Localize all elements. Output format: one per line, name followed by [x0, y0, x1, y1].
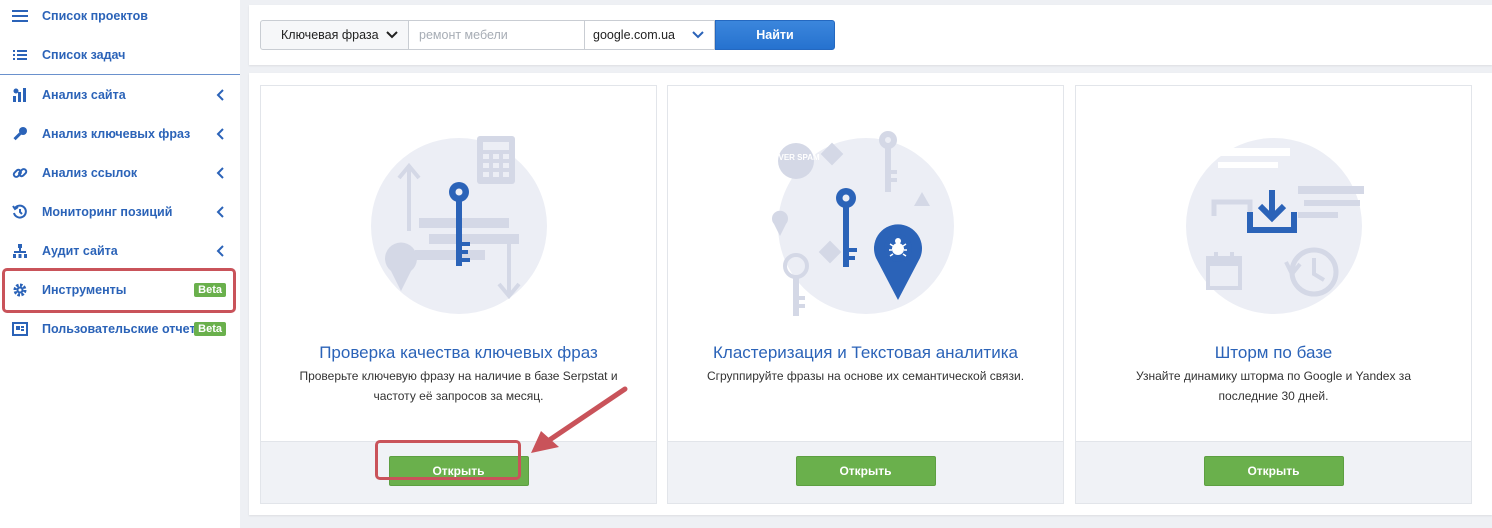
sidebar-item-label: Пользовательские отчеты: [42, 321, 207, 336]
sidebar-item-label: Анализ сайта: [42, 87, 126, 102]
sidebar-item-links-analysis[interactable]: Анализ ссылок: [0, 153, 240, 192]
chart-icon: [11, 86, 29, 104]
chevron-down-icon: [692, 31, 704, 39]
report-icon: [11, 320, 29, 338]
sidebar-item-site-analysis[interactable]: Анализ сайта: [0, 75, 240, 114]
card-title: Шторм по базе: [1214, 343, 1333, 362]
search-type-value: Ключевая фраза: [281, 28, 379, 42]
sidebar-item-label: Анализ ключевых фраз: [42, 126, 191, 141]
sidebar-item-label: Список задач: [42, 47, 126, 62]
sidebar-item-keyword-analysis[interactable]: Анализ ключевых фраз: [0, 114, 240, 153]
clustering-illustration: OVER SPAM: [771, 131, 954, 316]
chevron-left-icon: [216, 205, 224, 218]
card-title: Кластеризация и Текстовая аналитика: [713, 343, 1018, 362]
sidebar-item-label: Мониторинг позиций: [42, 204, 173, 219]
search-engine-value: google.com.ua: [593, 28, 676, 42]
tools-highlight-frame: [2, 268, 236, 313]
sidebar-item-label: Список проектов: [42, 8, 148, 23]
card-description: Узнайте динамику шторма по Google и Yand…: [1136, 369, 1411, 403]
history-icon: [11, 203, 29, 221]
beta-badge: Beta: [194, 321, 226, 336]
tool-card-keyword-quality: Проверка качества ключевых фраз Проверьт…: [260, 85, 657, 504]
sidebar-item-tasks[interactable]: Список задач: [0, 35, 240, 74]
tool-card-storm: Шторм по базе Узнайте динамику шторма по…: [1075, 85, 1472, 504]
sidebar-item-label: Анализ ссылок: [42, 165, 138, 180]
sidebar: Список проектов Список задач Анализ сайт…: [0, 0, 240, 528]
over-spam-text: OVER SPAM: [772, 153, 820, 162]
sidebar-item-position-monitoring[interactable]: Мониторинг позиций: [0, 192, 240, 231]
sidebar-item-projects[interactable]: Список проектов: [0, 0, 240, 35]
search-input[interactable]: [409, 20, 585, 50]
card-description: Сгруппируйте фразы на основе их семантич…: [706, 369, 1025, 383]
card-footer: Открыть: [668, 441, 1063, 503]
card-title: Проверка качества ключевых фраз: [319, 343, 598, 362]
sidebar-item-site-audit[interactable]: Аудит сайта: [0, 231, 240, 270]
sitemap-icon: [11, 242, 29, 260]
search-engine-select[interactable]: google.com.ua: [585, 20, 715, 50]
card-footer: Открыть: [261, 441, 656, 503]
search-panel: Ключевая фраза google.com.ua Найти: [249, 5, 1492, 65]
open-button-keyword-quality[interactable]: Открыть: [388, 456, 529, 486]
card-description: Проверьте ключевую фразу на наличие в ба…: [299, 369, 618, 403]
list-icon: [11, 46, 29, 64]
tool-card-clustering: OVER SPAM Кластеризация и Текстовая анал…: [667, 85, 1064, 504]
key-icon: [11, 125, 29, 143]
chevron-left-icon: [216, 127, 224, 140]
keyword-quality-illustration: [370, 136, 547, 314]
find-button[interactable]: Найти: [715, 20, 835, 50]
search-type-select[interactable]: Ключевая фраза: [260, 20, 409, 50]
chevron-down-icon: [386, 31, 398, 39]
menu-icon: [11, 7, 29, 25]
storm-illustration: [1185, 138, 1364, 314]
open-button-storm[interactable]: Открыть: [1203, 456, 1344, 486]
tools-panel: Проверка качества ключевых фраз Проверьт…: [249, 73, 1492, 515]
sidebar-item-custom-reports[interactable]: Пользовательские отчеты Beta: [0, 309, 240, 348]
card-footer: Открыть: [1076, 441, 1471, 503]
chevron-left-icon: [216, 166, 224, 179]
chevron-left-icon: [216, 244, 224, 257]
chevron-left-icon: [216, 88, 224, 101]
open-button-clustering[interactable]: Открыть: [795, 456, 936, 486]
link-icon: [11, 164, 29, 182]
sidebar-item-label: Аудит сайта: [42, 243, 118, 258]
